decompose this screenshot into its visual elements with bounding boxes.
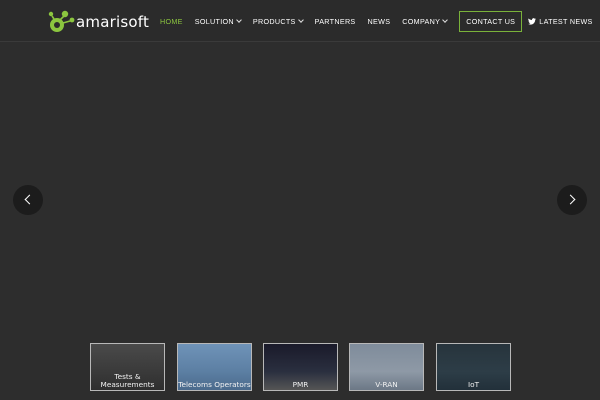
main-nav: HOME SOLUTION PRODUCTS PARTNERS NEWS COM… <box>160 0 600 42</box>
nav-company-label: COMPANY <box>402 16 441 26</box>
chevron-down-icon <box>236 17 242 23</box>
nav-solution-label: SOLUTION <box>194 16 234 26</box>
thumbnail-caption: IoT <box>467 380 480 389</box>
nav-home[interactable]: HOME <box>160 17 183 26</box>
nav-partners-label: PARTNERS <box>314 16 356 26</box>
nav-news-label: NEWS <box>367 16 391 26</box>
nav-news[interactable]: NEWS <box>368 17 391 26</box>
chevron-down-icon <box>297 17 304 23</box>
thumbnail-caption: Tests & Measurements <box>100 372 155 389</box>
thumbnail-caption: V-RAN <box>375 380 398 389</box>
thumbnail-pmr[interactable]: PMR <box>263 343 338 391</box>
thumbnail-iot[interactable]: IoT <box>436 343 511 391</box>
chevron-left-icon <box>24 194 35 205</box>
thumbnail-caption: Telecoms Operators <box>178 380 251 389</box>
thumbnail-caption: PMR <box>292 380 309 389</box>
site-header: amarisoft HOME SOLUTION PRODUCTS PARTNER… <box>0 0 600 42</box>
logo-text: amarisoft <box>76 13 150 31</box>
thumbnail-v-ran[interactable]: V-RAN <box>349 343 424 391</box>
thumbnail-telecoms-operators[interactable]: Telecoms Operators <box>177 343 252 391</box>
amarisoft-logo[interactable]: amarisoft <box>46 9 149 35</box>
latest-news-label: LATEST NEWS <box>539 16 593 26</box>
latest-news-link[interactable]: LATEST NEWS <box>528 17 592 26</box>
solution-thumbnails: Tests & Measurements Telecoms Operators … <box>90 343 511 391</box>
nav-partners[interactable]: PARTNERS <box>315 17 356 26</box>
nav-home-label: HOME <box>160 16 183 26</box>
nav-products-label: PRODUCTS <box>252 16 296 26</box>
nav-solution[interactable]: SOLUTION <box>194 16 242 26</box>
nav-company[interactable]: COMPANY <box>402 16 449 26</box>
logo-mark-icon <box>48 10 75 32</box>
chevron-down-icon <box>442 17 449 23</box>
twitter-icon <box>528 17 537 25</box>
contact-us-button[interactable]: CONTACT US <box>459 10 523 32</box>
thumbnail-tests-measurements[interactable]: Tests & Measurements <box>90 343 165 391</box>
carousel-prev-button[interactable] <box>13 185 43 215</box>
contact-us-label: CONTACT US <box>466 16 516 26</box>
chevron-right-icon <box>565 194 576 205</box>
carousel-next-button[interactable] <box>557 185 587 215</box>
nav-products[interactable]: PRODUCTS <box>252 16 304 26</box>
